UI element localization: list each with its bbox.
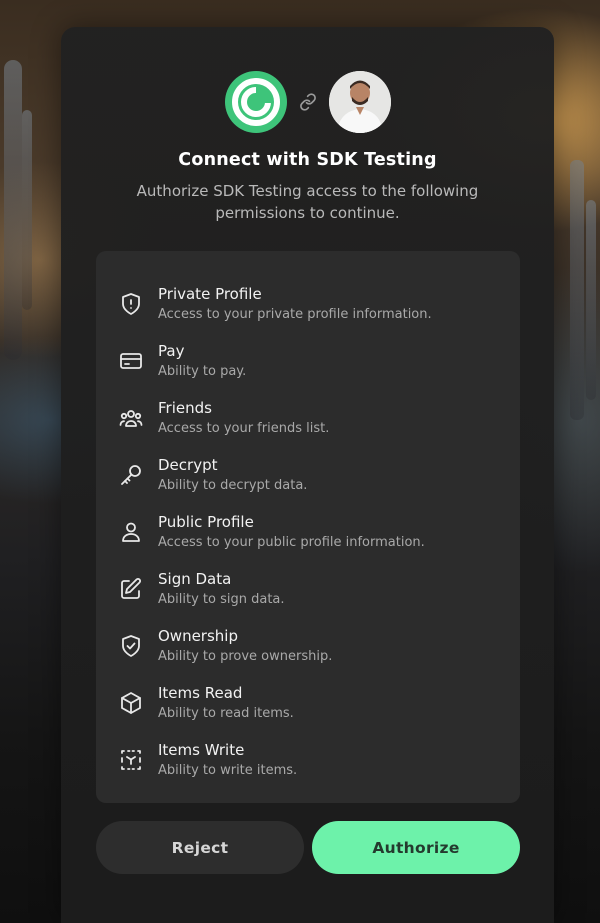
user-avatar	[328, 71, 391, 133]
permission-description: Access to your friends list.	[158, 421, 330, 436]
edit-icon	[118, 576, 144, 602]
permission-description: Ability to read items.	[158, 706, 294, 721]
permission-ownership: Ownership Ability to prove ownership.	[96, 625, 520, 675]
permission-name: Private Profile	[158, 285, 262, 303]
permission-name: Pay	[158, 342, 185, 360]
credit-card-icon	[118, 348, 144, 374]
users-icon	[118, 405, 144, 431]
permission-name: Friends	[158, 399, 212, 417]
permission-name: Ownership	[158, 627, 238, 645]
permission-public-profile: Public Profile Access to your public pro…	[96, 511, 520, 561]
permission-friends: Friends Access to your friends list.	[96, 397, 520, 447]
permission-description: Ability to write items.	[158, 763, 298, 778]
page-title: Connect with SDK Testing	[178, 150, 437, 170]
permission-items-write: Items Write Ability to write items.	[96, 739, 520, 789]
permission-sign-data: Sign Data Ability to sign data.	[96, 568, 520, 618]
user-icon	[118, 519, 144, 545]
permission-name: Sign Data	[158, 570, 232, 588]
key-icon	[118, 462, 144, 488]
authorization-dialog: Connect with SDK Testing Authorize SDK T…	[61, 27, 554, 923]
permission-items-read: Items Read Ability to read items.	[96, 682, 520, 732]
permission-name: Items Read	[158, 684, 243, 702]
box-icon	[118, 690, 144, 716]
permission-description: Ability to decrypt data.	[158, 478, 308, 493]
permission-description: Access to your private profile informati…	[158, 307, 432, 322]
permission-name: Public Profile	[158, 513, 254, 531]
shield-alert-icon	[118, 291, 144, 317]
permission-description: Ability to pay.	[158, 364, 247, 379]
permission-description: Ability to prove ownership.	[158, 649, 333, 664]
app-logo-icon	[224, 71, 287, 133]
authorize-button[interactable]: Authorize	[312, 821, 520, 874]
connection-logos	[61, 70, 554, 134]
permission-name: Decrypt	[158, 456, 218, 474]
permission-description: Ability to sign data.	[158, 592, 285, 607]
permission-decrypt: Decrypt Ability to decrypt data.	[96, 454, 520, 504]
permissions-list: Private Profile Access to your private p…	[96, 251, 520, 803]
box-select-icon	[118, 747, 144, 773]
permission-pay: Pay Ability to pay.	[96, 340, 520, 390]
permission-name: Items Write	[158, 741, 245, 759]
reject-button[interactable]: Reject	[96, 821, 304, 874]
shield-check-icon	[118, 633, 144, 659]
permission-private-profile: Private Profile Access to your private p…	[96, 283, 520, 333]
link-icon	[299, 93, 317, 111]
permission-description: Access to your public profile informatio…	[158, 535, 425, 550]
page-subtitle: Authorize SDK Testing access to the foll…	[136, 182, 479, 222]
